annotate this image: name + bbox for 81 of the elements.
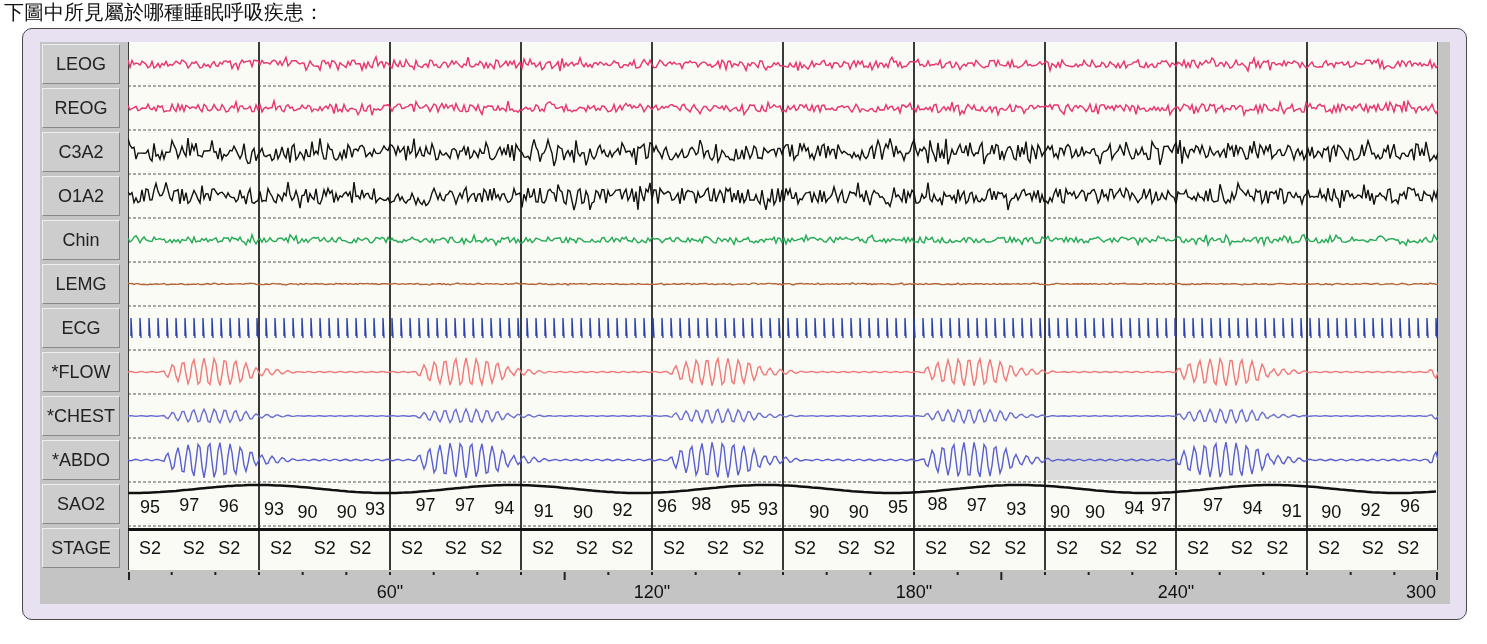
oxygen-value: 91 (533, 501, 554, 521)
oxygen-value: 98 (691, 494, 712, 514)
stage-label: S2 (1187, 538, 1209, 558)
oxygen-value: 94 (494, 498, 515, 518)
stage-label: S2 (1397, 538, 1420, 558)
stage-label: S2 (1004, 538, 1027, 558)
oxygen-value: 97 (1151, 495, 1171, 515)
stage-label: S2 (706, 538, 729, 558)
oxygen-value: 93 (1006, 499, 1027, 519)
channel-label: LEOG (42, 44, 120, 84)
time-tick-label: 60" (376, 582, 404, 602)
stage-label: S2 (611, 538, 634, 558)
oxygen-value: 97 (1203, 495, 1224, 515)
oxygen-value: 94 (1124, 498, 1145, 518)
stage-label: S2 (925, 538, 947, 558)
oxygen-value: 92 (612, 500, 633, 520)
stage-label: S2 (480, 538, 503, 558)
oxygen-value: 95 (140, 497, 160, 517)
stage-label: S2 (1056, 538, 1078, 558)
oxygen-value: 97 (455, 495, 475, 515)
stage-label: S2 (873, 538, 896, 558)
stage-label: S2 (837, 538, 860, 558)
channel-label: C3A2 (42, 132, 120, 172)
channel-label: Chin (42, 220, 120, 260)
stage-label: S2 (1099, 538, 1122, 558)
channel-label: *CHEST (42, 396, 120, 436)
oxygen-value: 93 (758, 499, 778, 519)
oxygen-value: 94 (1242, 498, 1263, 518)
stage-label: S2 (401, 538, 423, 558)
channel-label: STAGE (42, 528, 120, 568)
stage-label: S2 (1361, 538, 1384, 558)
channel-label: LEMG (42, 264, 120, 304)
stage-label: S2 (218, 538, 241, 558)
oxygen-value: 97 (179, 495, 200, 515)
oxygen-value: 96 (1400, 496, 1420, 516)
stage-label: S2 (139, 538, 161, 558)
stage-label: S2 (444, 538, 467, 558)
stage-label: S2 (1230, 538, 1253, 558)
stage-label: S2 (313, 538, 336, 558)
stage-label: S2 (1266, 538, 1289, 558)
oxygen-value: 97 (415, 495, 436, 515)
oxygen-value: 91 (1281, 501, 1302, 521)
oxygen-value: 90 (809, 502, 830, 522)
oxygen-value: 90 (336, 502, 357, 522)
channel-label: REOG (42, 88, 120, 128)
oxygen-value: 90 (848, 502, 869, 522)
oxygen-value: 97 (966, 495, 987, 515)
time-tick-label: 240" (1157, 582, 1195, 602)
oxygen-value: 90 (1085, 502, 1105, 522)
oxygen-value: 90 (297, 502, 318, 522)
time-tick-label: 120" (633, 582, 671, 602)
channel-label: O1A2 (42, 176, 120, 216)
channel-label: ECG (42, 308, 120, 348)
stage-label: S2 (742, 538, 765, 558)
channel-label: SAO2 (42, 484, 120, 524)
time-tick-label: 300 (1405, 582, 1436, 602)
oxygen-value: 90 (1050, 502, 1070, 522)
oxygen-value: 93 (365, 499, 385, 519)
channel-label: *ABDO (42, 440, 120, 480)
channel-label: *FLOW (42, 352, 120, 392)
oxygen-value: 96 (657, 496, 677, 516)
stage-label: S2 (270, 538, 292, 558)
oxygen-value: 96 (218, 496, 239, 516)
oxygen-value: 90 (573, 502, 594, 522)
stage-label: S2 (1135, 538, 1158, 558)
stage-label: S2 (663, 538, 685, 558)
stage-label: S2 (968, 538, 991, 558)
oxygen-value: 93 (264, 499, 284, 519)
oxygen-value: 95 (888, 497, 909, 517)
stage-label: S2 (349, 538, 372, 558)
stage-label: S2 (182, 538, 205, 558)
stage-label: S2 (532, 538, 554, 558)
stage-label: S2 (794, 538, 816, 558)
time-tick-label: 180" (895, 582, 933, 602)
oxygen-value: 98 (927, 494, 948, 514)
stage-label: S2 (575, 538, 598, 558)
stage-label: S2 (1318, 538, 1340, 558)
oxygen-value: 95 (730, 497, 751, 517)
oxygen-value: 92 (1360, 500, 1381, 520)
oxygen-value: 90 (1321, 502, 1342, 522)
question-text: 下圖中所見屬於哪種睡眠呼吸疾患： (3, 0, 325, 26)
